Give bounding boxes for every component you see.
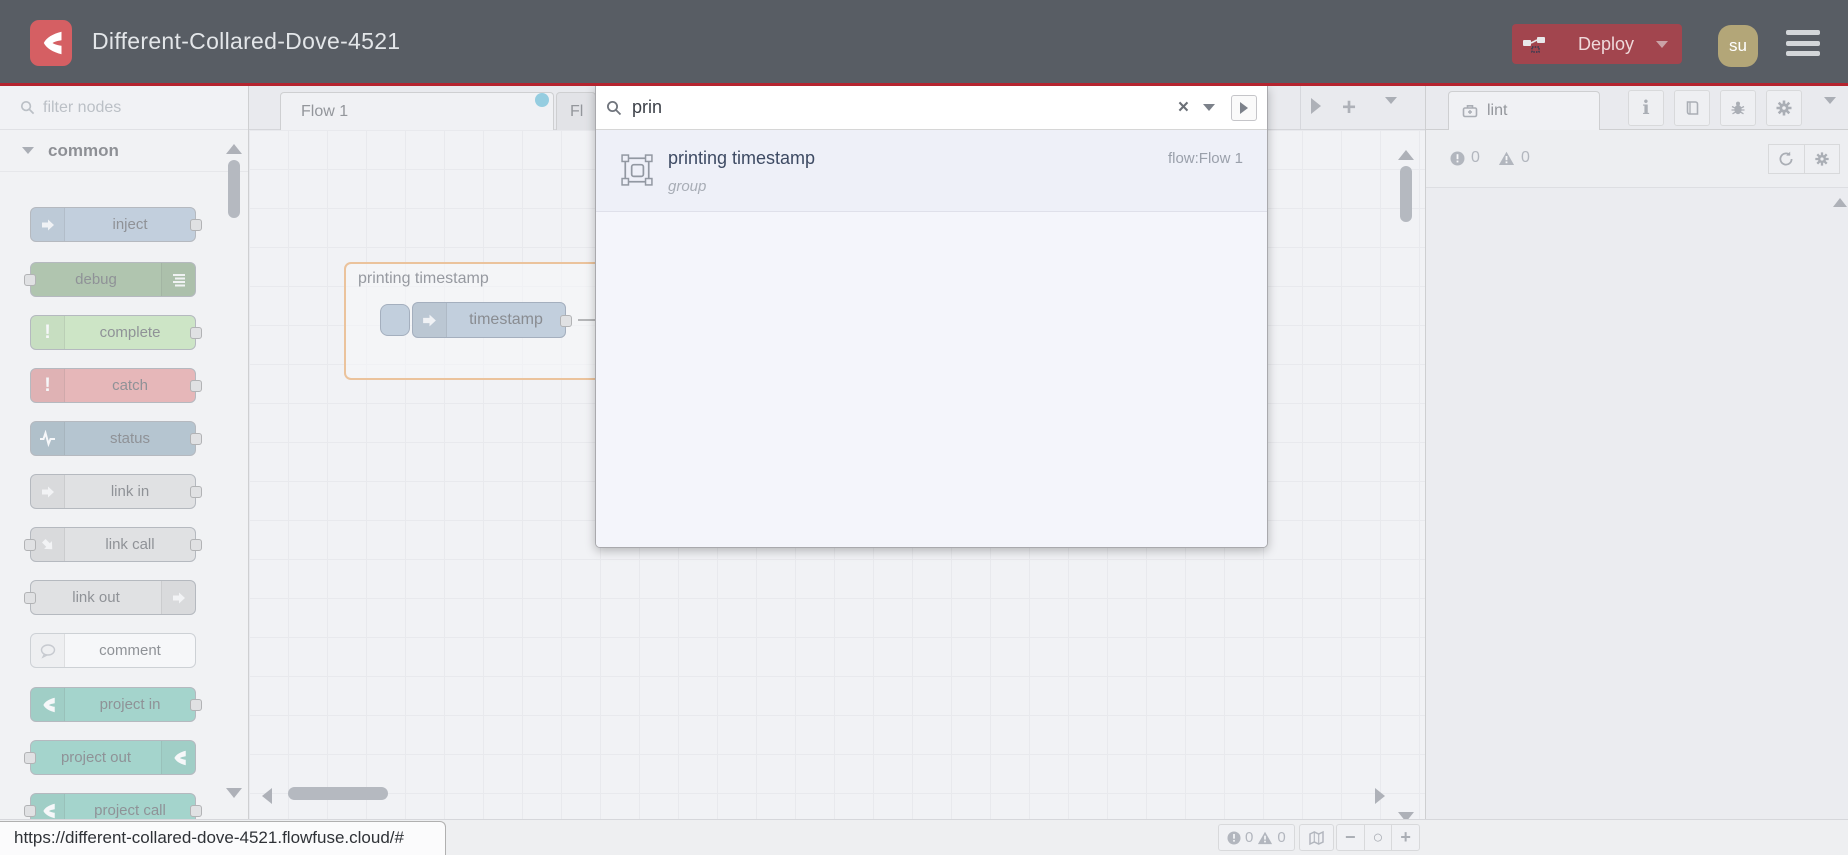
result-type: group bbox=[668, 178, 707, 195]
avatar-initials: su bbox=[1729, 36, 1747, 55]
search-expand-button[interactable] bbox=[1231, 94, 1257, 121]
result-title: printing timestamp bbox=[668, 148, 816, 168]
node-red-editor: Different-Collared-Dove-4521 Deploy su f… bbox=[0, 0, 1848, 855]
search-options-caret-icon[interactable] bbox=[1203, 104, 1215, 111]
flowfuse-logo-icon bbox=[30, 20, 72, 66]
search-dialog: prin × printing timestamp flow:Flow 1 gr… bbox=[595, 86, 1268, 548]
hamburger-icon bbox=[1786, 51, 1820, 56]
deploy-options-caret-icon[interactable] bbox=[1656, 40, 1668, 48]
browser-status-url: https://different-collared-dove-4521.flo… bbox=[0, 821, 446, 855]
deploy-button[interactable]: Deploy bbox=[1512, 24, 1682, 64]
search-input[interactable]: prin × bbox=[596, 86, 1267, 130]
deploy-label: Deploy bbox=[1577, 33, 1635, 54]
hamburger-icon bbox=[1786, 40, 1820, 46]
search-query-text: prin bbox=[632, 97, 663, 117]
result-flow-ref: flow:Flow 1 bbox=[1167, 150, 1243, 167]
group-icon bbox=[621, 154, 653, 186]
deploy-icon bbox=[1523, 37, 1545, 53]
search-results: printing timestamp flow:Flow 1 group bbox=[596, 130, 1267, 547]
search-icon bbox=[607, 100, 622, 115]
status-url-text: https://different-collared-dove-4521.flo… bbox=[14, 828, 404, 847]
clear-search-icon[interactable]: × bbox=[1178, 97, 1189, 119]
hamburger-icon bbox=[1786, 30, 1820, 35]
play-icon bbox=[1240, 101, 1248, 114]
user-avatar[interactable]: su bbox=[1718, 25, 1758, 67]
instance-title: Different-Collared-Dove-4521 bbox=[92, 28, 401, 54]
search-result-item[interactable]: printing timestamp flow:Flow 1 group bbox=[596, 130, 1267, 212]
flowfuse-logo-glyph bbox=[43, 31, 62, 55]
main-menu-button[interactable] bbox=[1786, 28, 1820, 58]
header: Different-Collared-Dove-4521 Deploy su bbox=[0, 0, 1848, 86]
